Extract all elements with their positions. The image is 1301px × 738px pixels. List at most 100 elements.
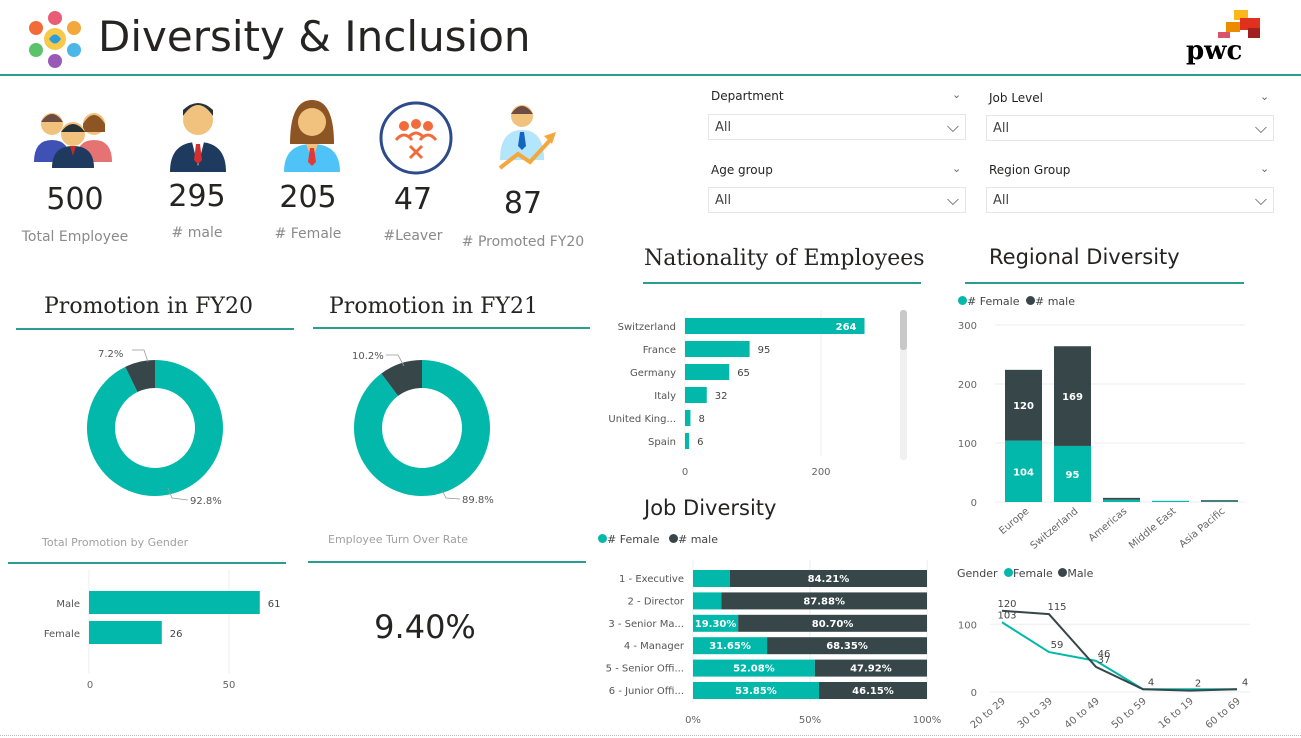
chevron-down-icon[interactable]: ⌄ — [1260, 90, 1269, 103]
promo-fy20-title: Promotion in FY20 — [44, 294, 253, 319]
promo-fy21-donut: 10.2% 89.8% — [352, 351, 494, 506]
bar-label: Switzerland — [618, 322, 676, 333]
promo-fy21-underline — [313, 327, 590, 329]
gender-bars: Male 61 Female 26 — [44, 591, 281, 644]
bar-label: Male — [56, 599, 80, 610]
slicer-agegroup-dropdown[interactable]: All ⌵ — [708, 187, 966, 213]
donut-slices-fy21 — [354, 360, 490, 496]
chevron-down-icon: ⌵ — [946, 190, 959, 209]
brand-text: pwc — [1186, 36, 1243, 66]
slicer-joblevel-label: Job Level — [989, 91, 1043, 105]
chevron-down-icon: ⌵ — [1254, 118, 1267, 137]
bar-label: United King... — [608, 414, 676, 425]
gender-promo-chart: Male 61 Female 26 0 50 — [44, 570, 281, 691]
axis-tick: 0 — [971, 688, 977, 699]
kpi-female-label: # Female — [274, 226, 342, 242]
job-chart: 1 - Executive 84.21% 2 - Director 87.88% 3 -… — [606, 560, 941, 726]
bar-male — [1201, 500, 1238, 502]
gender-promo-underline — [8, 562, 286, 564]
legend-male-label: # male — [1035, 295, 1075, 308]
bar-label: Female — [44, 629, 80, 640]
chevron-down-icon[interactable]: ⌄ — [952, 162, 961, 175]
nationality-underline — [643, 282, 921, 284]
chevron-down-icon[interactable]: ⌄ — [952, 88, 961, 101]
nationality-chart: Switzerland 264 France 95 Germany 65 Italy 32 Un… — [608, 310, 865, 478]
category-label: 60 to 69 — [1204, 696, 1243, 731]
bar — [685, 364, 730, 380]
legend-dot-female — [958, 296, 967, 305]
axis-tick: 0 — [87, 680, 93, 691]
bar — [685, 433, 690, 449]
promo-fy21-small-label: 10.2% — [352, 351, 384, 362]
chevron-down-icon: ⌵ — [1254, 190, 1267, 209]
axis-tick: 200 — [811, 467, 830, 478]
donut-slices-fy20 — [87, 360, 224, 496]
job-legend: # Female # male — [598, 533, 718, 546]
data-label: 31.65% — [709, 641, 751, 652]
turnover-value: 9.40% — [374, 608, 476, 646]
legend-female-label: # Female — [967, 295, 1020, 308]
bar-label: 4 - Manager — [624, 641, 685, 652]
axis-tick: 100 — [958, 620, 977, 631]
category-label: Europe — [997, 506, 1031, 537]
kpi-leaver-value: 47 — [393, 182, 433, 217]
bar — [685, 341, 750, 357]
slicer-department-dropdown[interactable]: All ⌵ — [708, 114, 966, 140]
category-label: Americas — [1087, 506, 1130, 544]
data-label: 46.15% — [852, 686, 894, 697]
data-label: 120 — [997, 599, 1016, 610]
promo-fy20-underline — [16, 328, 294, 330]
slicer-department-value: All — [715, 120, 732, 135]
job-bars: 1 - Executive 84.21% 2 - Director 87.88% 3 -… — [606, 570, 927, 699]
category-label: Asia Pacific — [1178, 506, 1228, 550]
category-label: 40 to 49 — [1063, 696, 1102, 731]
turnover-title: Employee Turn Over Rate — [328, 533, 468, 546]
category-label: 50 to 59 — [1110, 696, 1149, 731]
bar-label: 6 - Junior Offi... — [609, 686, 684, 697]
data-label: 87.88% — [803, 596, 845, 607]
data-label: 53.85% — [735, 686, 777, 697]
data-label: 264 — [836, 322, 857, 333]
category-label: Switzerland — [1029, 506, 1081, 552]
bar-label: Spain — [648, 437, 676, 448]
bar-male — [1103, 497, 1140, 500]
legend-male-label: # male — [678, 533, 718, 546]
promo-fy20-small-label: 7.2% — [98, 349, 123, 360]
data-label: 115 — [1047, 602, 1066, 613]
kpi-promoted-label: # Promoted FY20 — [461, 234, 585, 250]
chevron-down-icon[interactable]: ⌄ — [1260, 162, 1269, 175]
legend-dot-male — [1026, 296, 1035, 305]
male-icon — [164, 96, 232, 172]
slicer-region-dropdown[interactable]: All ⌵ — [986, 187, 1274, 213]
bar-label: France — [643, 345, 676, 356]
bar-female — [693, 592, 722, 610]
line-series-male — [1001, 609, 1238, 692]
slicer-department-label: Department — [711, 89, 784, 103]
bar — [89, 591, 260, 614]
data-label: 26 — [170, 629, 183, 640]
data-label: 8 — [698, 414, 704, 425]
promo-fy21-large-label: 89.8% — [462, 495, 494, 506]
regional-underline — [965, 282, 1244, 284]
data-label: 68.35% — [826, 641, 868, 652]
slicer-region-value: All — [993, 193, 1010, 208]
axis-tick: 200 — [958, 380, 977, 391]
scrollbar-thumb[interactable] — [900, 310, 907, 350]
footer-divider — [0, 735, 1301, 736]
header-divider — [0, 74, 1301, 76]
team-icon — [30, 104, 116, 168]
axis-tick: 0 — [682, 467, 688, 478]
bar-label: Germany — [630, 368, 676, 379]
bar — [89, 621, 162, 644]
regional-bars: 0 100 200 300 104 120 Europe 95 169 Switzerland Am… — [958, 321, 1245, 552]
bar-female — [1201, 501, 1238, 502]
slicer-joblevel-dropdown[interactable]: All ⌵ — [986, 115, 1274, 141]
leaver-icon — [378, 100, 454, 176]
gender-promo-title: Total Promotion by Gender — [42, 536, 189, 549]
kpi-total-value: 500 — [46, 182, 104, 217]
nationality-scrollbar[interactable] — [900, 310, 907, 460]
legend-dot-female — [1004, 568, 1014, 577]
age-legend: Gender Female Male — [957, 567, 1093, 580]
data-label: 80.70% — [812, 619, 854, 630]
axis-tick: 0% — [685, 715, 701, 726]
